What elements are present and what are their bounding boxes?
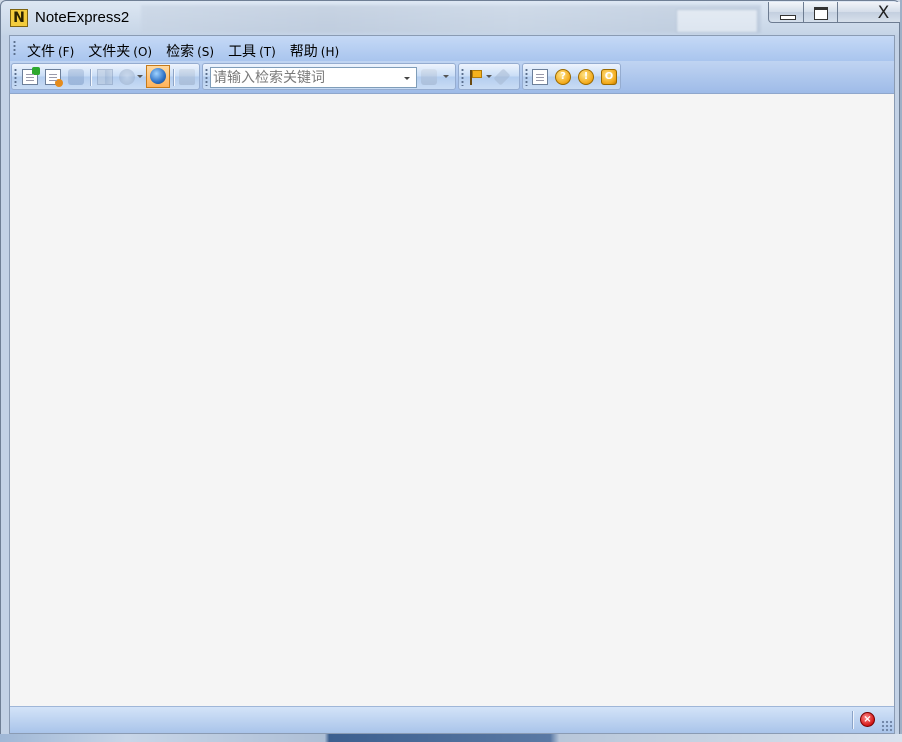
web-globe-icon	[150, 68, 166, 84]
window-title: NoteExpress2	[35, 9, 130, 26]
restore-icon	[804, 2, 837, 22]
close-icon: X	[877, 3, 890, 23]
copy-reference-icon[interactable]	[45, 69, 63, 87]
menu-tools[interactable]: 工具 (T)	[221, 39, 283, 63]
book-icon[interactable]	[97, 69, 113, 85]
noteexpress-app-icon[interactable]: N	[10, 9, 28, 27]
info-icon[interactable]: !	[578, 69, 594, 85]
online-search-dropdown-arrow[interactable]	[137, 75, 143, 78]
toolbar-grip[interactable]	[525, 68, 528, 86]
web-globe-button[interactable]	[146, 65, 170, 88]
search-go-dropdown-arrow[interactable]	[443, 75, 449, 78]
search-input[interactable]	[213, 69, 393, 86]
notes-icon[interactable]	[532, 69, 548, 85]
minimize-icon	[769, 2, 803, 22]
toolbar-row: ? ! O	[10, 61, 894, 94]
toolbar-grip[interactable]	[205, 68, 208, 86]
flag-dropdown-arrow[interactable]	[486, 75, 492, 78]
statusbar-separator	[852, 711, 853, 729]
database-icon[interactable]	[68, 69, 84, 85]
app-window: N NoteExpress2 X 文件 (F) 文件夹 (O) 检索 (S) 工具 (T…	[0, 0, 902, 740]
minimize-button[interactable]	[768, 2, 804, 23]
toolbar-separator	[90, 69, 91, 86]
menu-file[interactable]: 文件 (F)	[20, 39, 81, 63]
workspace-area	[10, 94, 894, 707]
menu-help[interactable]: 帮助 (H)	[283, 39, 346, 63]
menubar-grip[interactable]	[13, 40, 16, 57]
close-button[interactable]: X	[838, 2, 902, 23]
flag-icon[interactable]	[468, 69, 484, 85]
help-icon[interactable]: ?	[555, 69, 571, 85]
import-icon[interactable]	[179, 69, 195, 85]
menu-search[interactable]: 检索 (S)	[159, 39, 221, 63]
search-dropdown-arrow[interactable]	[404, 77, 410, 80]
background-taskbar-strip	[0, 734, 902, 742]
caption-buttons: X	[768, 2, 902, 24]
main-toolbar	[11, 63, 200, 90]
tag-icon[interactable]	[493, 68, 511, 86]
about-icon[interactable]: O	[601, 69, 617, 85]
background-window-ghost	[141, 5, 761, 33]
menu-folder[interactable]: 文件夹 (O)	[81, 39, 159, 63]
new-reference-icon[interactable]	[22, 67, 40, 85]
search-toolbar	[202, 63, 456, 90]
toolbar-separator	[173, 69, 174, 86]
online-search-icon[interactable]	[119, 69, 135, 85]
resize-grip-icon[interactable]	[881, 720, 893, 732]
search-go-icon[interactable]	[421, 69, 437, 85]
status-close-icon[interactable]: ×	[860, 712, 875, 727]
help-toolbar: ? ! O	[522, 63, 621, 90]
maximize-button[interactable]	[804, 2, 838, 23]
client-area: 文件 (F) 文件夹 (O) 检索 (S) 工具 (T) 帮助 (H) 请输入检…	[9, 35, 895, 734]
toolbar-grip[interactable]	[14, 68, 17, 86]
flag-toolbar	[458, 63, 520, 90]
status-bar: ×	[10, 706, 894, 733]
toolbar-grip[interactable]	[461, 68, 464, 86]
search-combobox[interactable]	[210, 67, 417, 88]
menu-bar: 文件 (F) 文件夹 (O) 检索 (S) 工具 (T) 帮助 (H)	[10, 36, 894, 61]
